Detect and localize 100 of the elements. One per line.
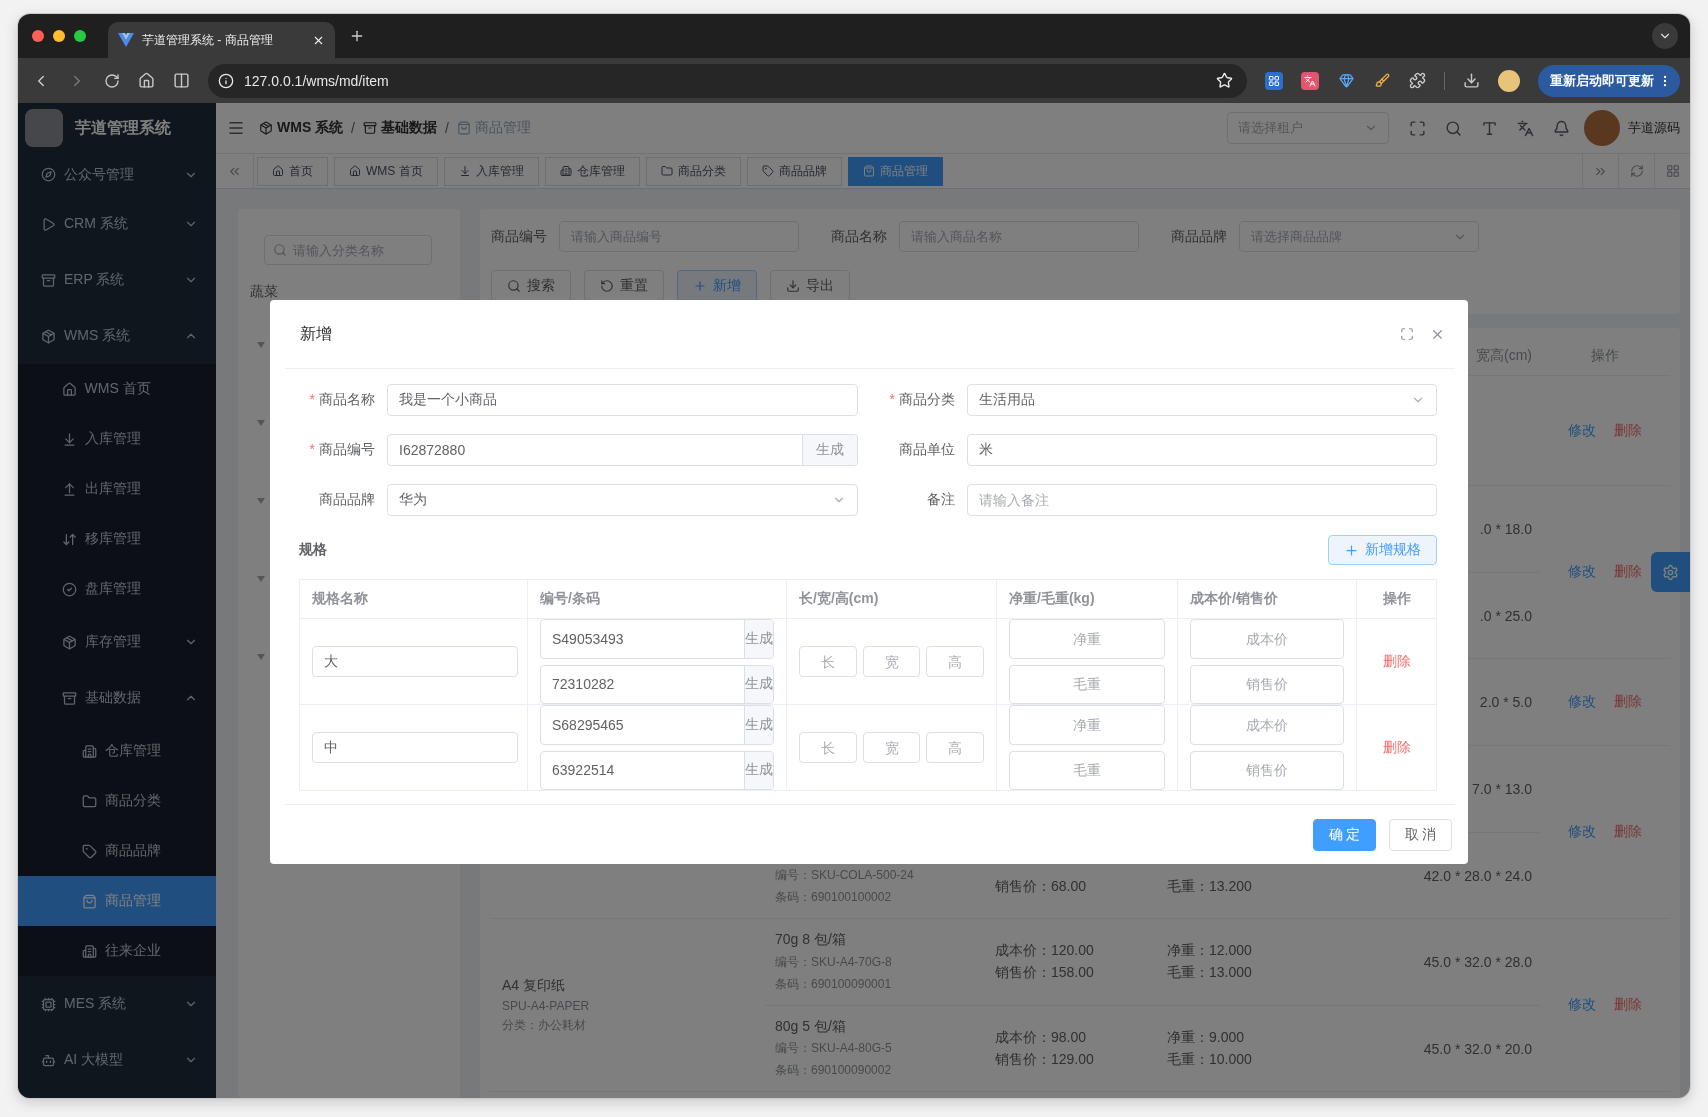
input-box[interactable]: 销售价: [1190, 750, 1344, 790]
extension-icon[interactable]: [1265, 71, 1283, 90]
input-field[interactable]: 高: [938, 647, 972, 676]
input-field[interactable]: 72310282: [552, 665, 733, 703]
zoom-window-button[interactable]: [74, 30, 86, 42]
code-field[interactable]: 63922514 生成: [540, 750, 774, 790]
close-window-button[interactable]: [32, 30, 44, 42]
confirm-button[interactable]: 确 定: [1313, 819, 1376, 851]
input-field[interactable]: S68295465: [552, 706, 733, 744]
menu-item[interactable]: 移库管理: [18, 514, 216, 564]
page-tab[interactable]: 入库管理: [443, 156, 539, 186]
input-field[interactable]: 销售价: [1202, 751, 1332, 789]
breadcrumb-item[interactable]: WMS 系统: [259, 119, 344, 137]
input-field[interactable]: 长: [811, 647, 845, 676]
menu-item[interactable]: 盘库管理: [18, 564, 216, 614]
download-icon[interactable]: [1463, 72, 1480, 89]
edit-link[interactable]: 修改: [1568, 421, 1596, 440]
bell-icon[interactable]: [1553, 119, 1570, 137]
input-box[interactable]: 高: [926, 732, 984, 763]
delete-link[interactable]: 删除: [1614, 823, 1642, 841]
toolbar-button[interactable]: 新增: [677, 270, 757, 302]
input-box[interactable]: 宽: [862, 732, 921, 763]
input-field[interactable]: 成本价: [1202, 620, 1332, 658]
input-field[interactable]: 销售价: [1202, 665, 1332, 703]
tab-search-button[interactable]: [1652, 23, 1678, 49]
input-box[interactable]: 高: [926, 646, 984, 677]
settings-button[interactable]: [1651, 552, 1690, 592]
code-field[interactable]: I62872880 生成: [387, 434, 858, 466]
input-field[interactable]: 中: [324, 733, 506, 762]
delete-link[interactable]: 删除: [1614, 996, 1642, 1014]
input-field[interactable]: 毛重: [1021, 665, 1153, 703]
generate-button[interactable]: 生成: [802, 435, 857, 465]
edit-link[interactable]: 修改: [1568, 996, 1596, 1014]
translate-icon[interactable]: [1517, 119, 1534, 137]
input-field[interactable]: I62872880: [399, 435, 791, 465]
page-tab[interactable]: 首页: [257, 156, 328, 186]
input-field[interactable]: 成本价: [1202, 706, 1332, 744]
page-tab[interactable]: 商品管理: [847, 156, 943, 186]
delete-link[interactable]: 删除: [1382, 738, 1411, 757]
page-tab[interactable]: 商品品牌: [746, 156, 842, 186]
sidebar-icon[interactable]: [173, 72, 190, 89]
font-size-icon[interactable]: [1481, 119, 1498, 137]
input-field[interactable]: 63922514: [552, 751, 733, 789]
plus-icon[interactable]: [349, 28, 365, 44]
fullscreen-icon[interactable]: [1400, 326, 1414, 341]
input-field[interactable]: S49053493: [552, 620, 733, 658]
page-tab[interactable]: 商品分类: [645, 156, 741, 186]
input-box[interactable]: 大: [312, 646, 518, 677]
menu-item[interactable]: 商品管理: [18, 876, 216, 926]
input-box[interactable]: 宽: [862, 646, 921, 677]
delete-link[interactable]: 删除: [1614, 693, 1642, 711]
menu-item[interactable]: 基础数据: [18, 670, 216, 726]
input-field[interactable]: 长: [811, 733, 845, 762]
delete-link[interactable]: 删除: [1614, 421, 1642, 440]
menu-item[interactable]: 出库管理: [18, 464, 216, 514]
add-spec-button[interactable]: 新增规格: [1328, 535, 1437, 565]
menu-icon[interactable]: [227, 119, 245, 137]
tree-node[interactable]: 蔬菜: [250, 283, 278, 301]
address-bar[interactable]: 127.0.0.1/wms/md/item: [208, 63, 1247, 98]
edit-link[interactable]: 修改: [1568, 693, 1596, 711]
toolbar-button[interactable]: 重置: [584, 270, 664, 302]
input-box[interactable]: 中: [312, 732, 518, 763]
puzzle-icon[interactable]: [1409, 72, 1426, 89]
code-field[interactable]: S49053493 生成: [540, 619, 774, 659]
search-icon[interactable]: [1445, 119, 1462, 137]
input-box[interactable]: 长: [799, 646, 857, 677]
code-field[interactable]: S68295465 生成: [540, 705, 774, 745]
extension-icon[interactable]: [1337, 71, 1355, 90]
star-icon[interactable]: [1216, 72, 1233, 89]
input-box[interactable]: 销售价: [1190, 664, 1344, 704]
minimize-window-button[interactable]: [53, 30, 65, 42]
reload-icon[interactable]: [104, 72, 120, 89]
update-button[interactable]: 重新启动即可更新: [1538, 64, 1680, 97]
menu-item[interactable]: 库存管理: [18, 614, 216, 670]
edit-link[interactable]: 修改: [1568, 823, 1596, 841]
fullscreen-icon[interactable]: [1409, 119, 1426, 137]
generate-button[interactable]: 生成: [744, 706, 773, 744]
input-box[interactable]: 毛重: [1009, 664, 1165, 704]
menu-item[interactable]: 商品品牌: [18, 826, 216, 876]
input-field[interactable]: 大: [324, 647, 506, 676]
generate-button[interactable]: 生成: [744, 751, 773, 789]
input-box[interactable]: 净重: [1009, 705, 1165, 745]
delete-link[interactable]: 删除: [1382, 652, 1411, 671]
home-icon[interactable]: [138, 72, 155, 89]
edit-link[interactable]: 修改: [1568, 563, 1596, 581]
toolbar-button[interactable]: 搜索: [491, 270, 571, 302]
code-field[interactable]: 72310282 生成: [540, 664, 774, 704]
delete-link[interactable]: 删除: [1614, 563, 1642, 581]
input-box[interactable]: 毛重: [1009, 750, 1165, 790]
generate-button[interactable]: 生成: [744, 620, 773, 658]
toolbar-button[interactable]: 导出: [770, 270, 850, 302]
extension-icon[interactable]: [1301, 71, 1319, 90]
input-field[interactable]: 宽: [874, 733, 909, 762]
cancel-button[interactable]: 取 消: [1389, 819, 1452, 851]
input-box[interactable]: 净重: [1009, 619, 1165, 659]
generate-button[interactable]: 生成: [744, 665, 773, 703]
input-field[interactable]: 净重: [1021, 620, 1153, 658]
user-avatar[interactable]: [1584, 110, 1620, 146]
input-field[interactable]: 毛重: [1021, 751, 1153, 789]
input-box[interactable]: 成本价: [1190, 619, 1344, 659]
